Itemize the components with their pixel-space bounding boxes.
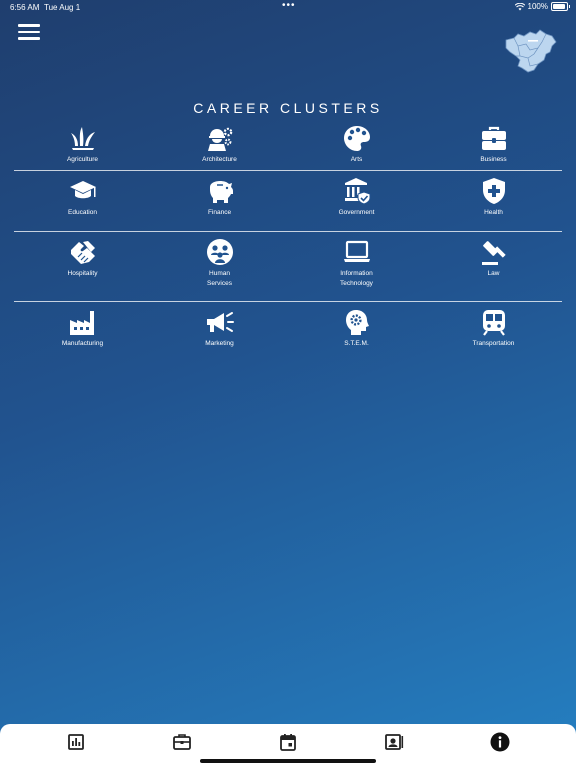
cluster-manufacturing[interactable]: Manufacturing — [14, 302, 151, 354]
wifi-icon — [514, 2, 525, 10]
tab-contacts[interactable] — [384, 732, 404, 752]
cluster-health[interactable]: Health — [425, 171, 562, 231]
cluster-education[interactable]: Education — [14, 171, 151, 231]
cluster-law[interactable]: Law — [425, 232, 562, 301]
info-icon — [490, 732, 510, 752]
cluster-label: Business — [480, 156, 507, 163]
home-indicator[interactable] — [200, 759, 376, 763]
page-title: CAREER CLUSTERS — [193, 100, 383, 117]
cluster-marketing[interactable]: Marketing — [151, 302, 288, 354]
train-icon — [482, 310, 505, 336]
tab-stats[interactable] — [66, 732, 86, 752]
cluster-human-services[interactable]: Human Services — [151, 232, 288, 301]
career-clusters-grid: Agriculture Architecture Arts Business E… — [14, 118, 562, 354]
cluster-architecture[interactable]: Architecture — [151, 118, 288, 170]
laptop-icon — [343, 240, 370, 262]
cluster-row: Manufacturing Marketing S.T.E.M. Transpo… — [14, 302, 562, 354]
education-cap-icon — [69, 181, 96, 199]
tab-calendar[interactable] — [278, 732, 298, 752]
multitasking-dots-icon[interactable]: ••• — [282, 0, 296, 11]
cluster-label: S.T.E.M. — [344, 340, 369, 347]
battery-icon — [551, 2, 570, 11]
cluster-hospitality[interactable]: Hospitality — [14, 232, 151, 301]
calendar-icon — [280, 734, 296, 751]
contact-card-icon — [385, 734, 404, 750]
cluster-label: Manufacturing — [61, 340, 104, 347]
status-time: 6:56 AM — [10, 3, 40, 12]
health-shield-icon — [482, 178, 505, 204]
battery-percent: 100% — [527, 2, 548, 11]
cluster-label: Finance — [207, 209, 232, 216]
cluster-label: Agriculture — [66, 156, 99, 163]
cluster-label: Education — [68, 209, 97, 216]
cluster-label: Transportation — [472, 340, 515, 347]
cluster-row: Education Finance Government Health — [14, 171, 562, 231]
law-gavel-icon — [481, 241, 506, 265]
status-date: Tue Aug 1 — [44, 3, 81, 12]
hospitality-handshake-icon — [70, 241, 95, 264]
government-building-icon — [344, 178, 370, 205]
megaphone-icon — [206, 312, 234, 332]
menu-button[interactable] — [18, 24, 40, 40]
state-map-logo-icon — [505, 29, 557, 73]
arts-palette-icon — [343, 126, 370, 151]
cluster-business[interactable]: Business — [425, 118, 562, 170]
cluster-row: Agriculture Architecture Arts Business — [14, 118, 562, 170]
cluster-label: Marketing — [205, 340, 234, 347]
cluster-label: Health — [484, 209, 503, 216]
cluster-government[interactable]: Government — [288, 171, 425, 231]
cluster-information-technology[interactable]: Information Technology — [288, 232, 425, 301]
hamburger-icon — [18, 24, 40, 27]
cluster-label: Arts — [350, 156, 363, 163]
cluster-label: Human Services — [207, 270, 232, 287]
agriculture-icon — [70, 127, 95, 150]
cluster-label: Architecture — [202, 156, 237, 163]
cluster-label: Hospitality — [67, 270, 98, 277]
cluster-label: Information Technology — [340, 270, 373, 287]
cluster-arts[interactable]: Arts — [288, 118, 425, 170]
cluster-row: Hospitality Human Services Information T… — [14, 232, 562, 301]
architecture-icon — [207, 127, 232, 151]
cluster-agriculture[interactable]: Agriculture — [14, 118, 151, 170]
status-bar: 6:56 AM Tue Aug 1 ••• 100% — [0, 0, 576, 14]
human-services-icon — [206, 239, 233, 265]
cluster-label: Law — [487, 270, 500, 277]
status-right: 100% — [514, 2, 570, 11]
factory-icon — [69, 311, 94, 335]
tab-jobs[interactable] — [172, 732, 192, 752]
cluster-stem[interactable]: S.T.E.M. — [288, 302, 425, 354]
business-briefcase-icon — [481, 126, 506, 150]
stem-head-gear-icon — [345, 310, 369, 335]
cluster-transportation[interactable]: Transportation — [425, 302, 562, 354]
tab-info[interactable] — [490, 732, 510, 752]
briefcase-icon — [173, 734, 191, 750]
cluster-finance[interactable]: Finance — [151, 171, 288, 231]
finance-piggy-bank-icon — [209, 181, 233, 203]
chart-icon — [68, 734, 84, 750]
cluster-label: Government — [338, 209, 375, 216]
